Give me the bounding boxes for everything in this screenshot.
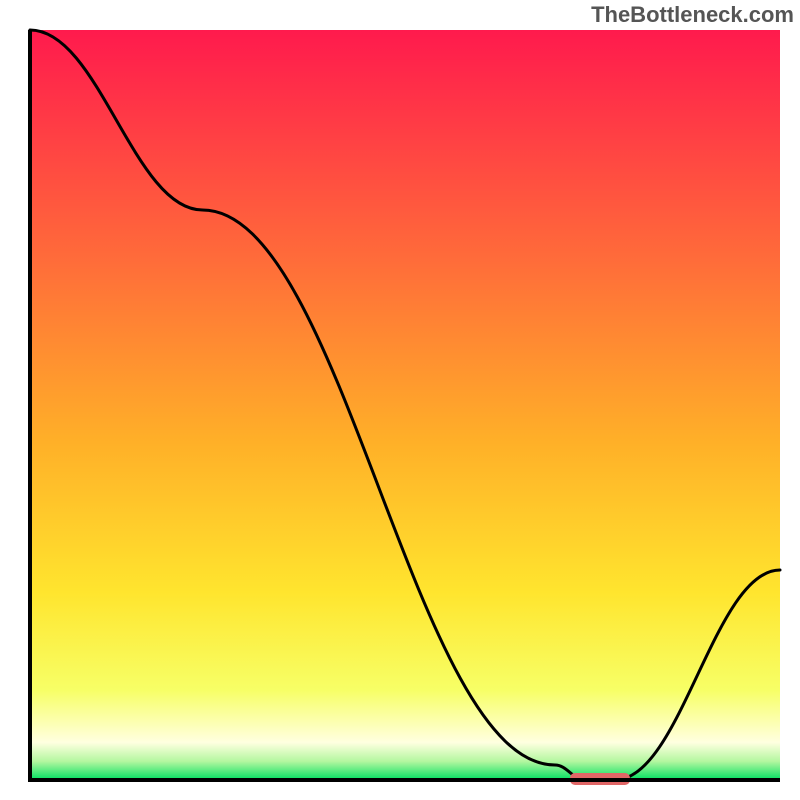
bottleneck-chart: TheBottleneck.com (0, 0, 800, 800)
gradient-background (30, 30, 780, 780)
plot-svg (0, 0, 800, 800)
